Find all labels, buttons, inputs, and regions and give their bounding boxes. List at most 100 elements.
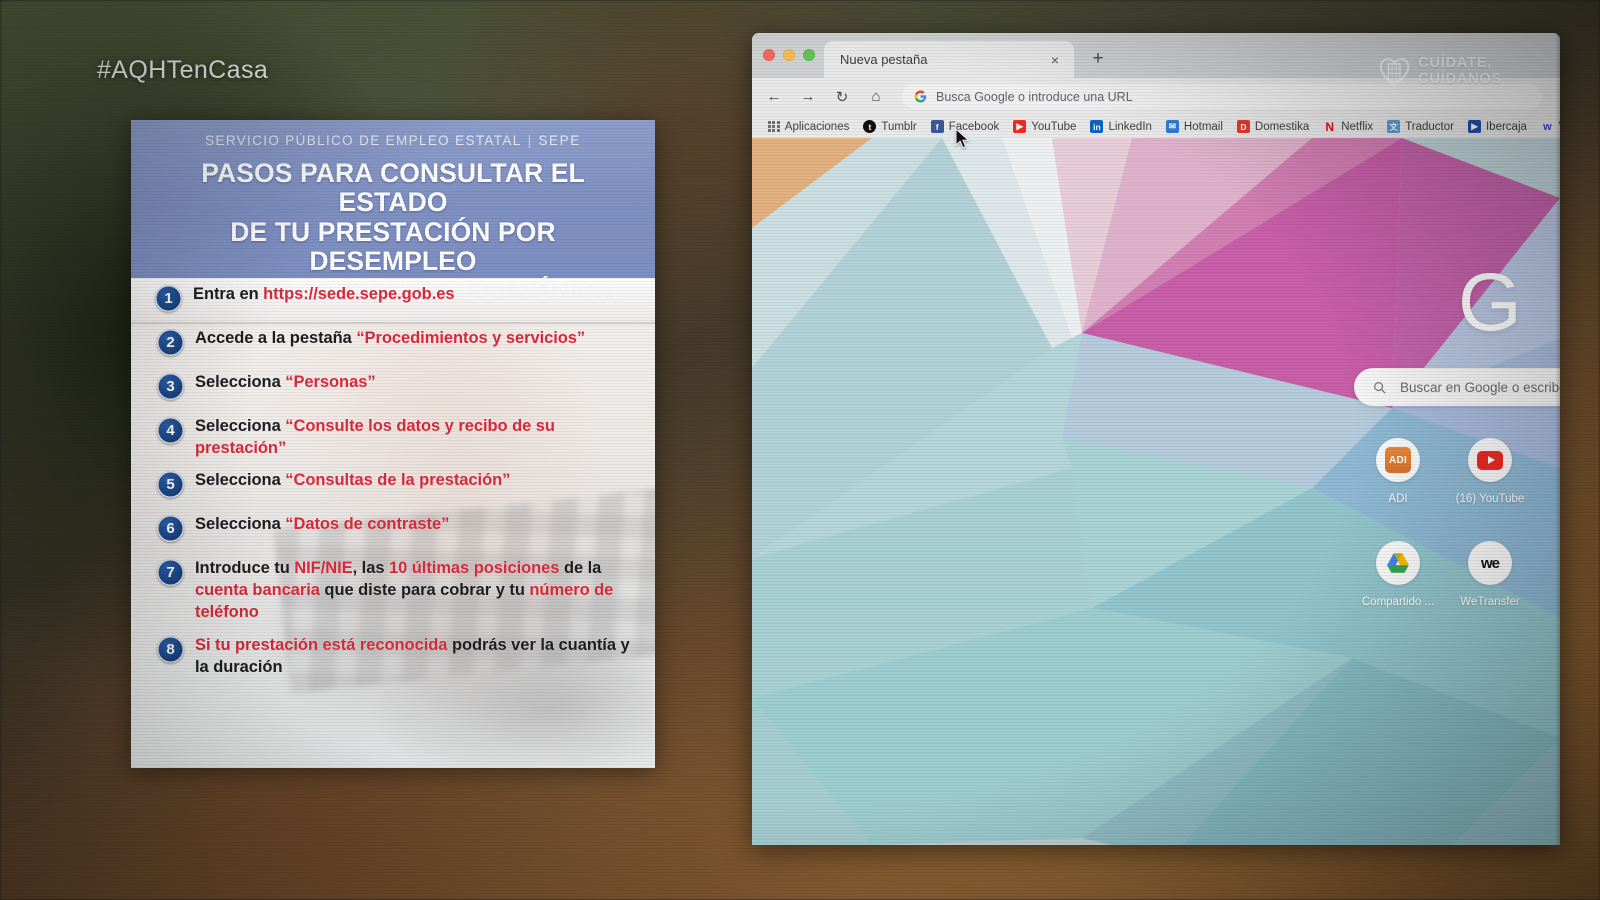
step-text-segment: que diste para cobrar y tu <box>319 581 530 600</box>
step-item-7: 7 Introduce tu NIF/NIE, las 10 últimas po… <box>131 552 655 628</box>
tumblr-icon: t <box>863 120 877 133</box>
hotmail-icon: ✉ <box>1165 120 1179 133</box>
shortcut-tile-wetransfer[interactable]: we WeTransfer <box>1444 541 1536 644</box>
bookmark-facebook[interactable]: f Facebook <box>926 120 1009 133</box>
step-text-segment: Selecciona <box>195 471 286 490</box>
kicker-separator: | <box>527 133 533 148</box>
bookmark-aplicaciones[interactable]: Aplicaciones <box>763 121 858 133</box>
close-window-button[interactable] <box>763 49 775 61</box>
step-text-segment: de la <box>559 559 602 578</box>
bookmark-label: Hotmail <box>1183 120 1223 133</box>
bookmark-label: Traductor <box>1405 120 1454 133</box>
step-text-segment: “Consultas de la prestación” <box>285 471 511 490</box>
step-text: Si tu prestación está reconocida podrás … <box>195 634 641 678</box>
title-line-1: PASOS PARA CONSULTAR EL ESTADO <box>201 158 585 218</box>
step-item-5: 5 Selecciona “Consultas de la prestación” <box>131 464 655 508</box>
shortcut-tile--16-youtube[interactable]: (16) YouTube <box>1444 438 1536 541</box>
step-text-segment: , las <box>352 559 389 578</box>
step-text-segment: “Procedimientos y servicios” <box>356 329 586 347</box>
newtab-search-box[interactable]: Buscar en Google o escribe una URL <box>1354 368 1560 406</box>
bookmarks-bar[interactable]: Aplicaciones t Tumblr f Facebook ▶ YouTube in Li… <box>752 115 1560 138</box>
step-text: Introduce tu NIF/NIE, las 10 últimas pos… <box>195 557 641 623</box>
step-number-badge: 2 <box>157 329 184 356</box>
back-icon[interactable]: ← <box>764 87 784 107</box>
minimize-window-button[interactable] <box>783 49 795 61</box>
linkedin-icon: in <box>1090 120 1104 133</box>
wetransfer-badge: we <box>1480 554 1500 572</box>
window-controls[interactable] <box>763 49 815 61</box>
bookmark-youtube[interactable]: ▶ YouTube <box>1008 120 1085 133</box>
step-text-segment: cuenta bancaria <box>195 581 320 600</box>
infographic-kicker: SERVICIO PÚBLICO DE EMPLEO ESTATAL | SEPE <box>147 133 639 148</box>
home-icon[interactable]: ⌂ <box>866 87 886 107</box>
step-text-segment: Selecciona <box>195 373 286 391</box>
bookmark-label: YouTube <box>1031 120 1077 133</box>
shortcut-tile-compartido-[interactable]: Compartido ... <box>1352 541 1444 644</box>
bookmark-tumblr[interactable]: t Tumblr <box>858 120 925 133</box>
tile-label: WeTransfer <box>1460 596 1520 608</box>
chrome-browser-window[interactable]: Nueva pestaña × + CUÍDATE, CUÍDANOS ← → … <box>752 33 1560 845</box>
new-tab-button[interactable]: + <box>1087 47 1109 69</box>
netflix-icon: N <box>1325 119 1335 134</box>
brand-line-2: CUÍDANOS <box>1418 70 1502 87</box>
step-text-segment: Entra en <box>193 285 264 303</box>
reload-icon[interactable]: ↻ <box>832 87 852 107</box>
close-icon[interactable]: × <box>1046 51 1064 69</box>
brand-line-1: CUÍDATE, <box>1418 55 1493 72</box>
tile-label: (16) YouTube <box>1455 493 1525 505</box>
step-number-badge: 7 <box>157 559 184 587</box>
tab-nueva-pestana[interactable]: Nueva pestaña × <box>824 41 1074 78</box>
bookmark-domestika[interactable]: D Domestika <box>1232 120 1318 133</box>
step-item-4: 4 Selecciona “Consulte los datos y recibo… <box>131 410 655 464</box>
brand-text: CUÍDATE, CUÍDANOS <box>1418 55 1502 87</box>
bookmark-traductor[interactable]: 文 Traductor <box>1382 120 1463 133</box>
google-drive-icon <box>1376 541 1420 585</box>
bookmark-label: Ibercaja <box>1485 120 1527 133</box>
kicker-brand: SEPE <box>538 133 581 148</box>
kicker-main: SERVICIO PÚBLICO DE EMPLEO ESTATAL <box>205 133 522 148</box>
step-text: Selecciona “Consultas de la prestación” <box>195 469 510 491</box>
facebook-icon: f <box>930 120 944 133</box>
step-number-badge: 5 <box>157 471 184 499</box>
search-icon <box>1373 381 1386 393</box>
step-text: Entra en https://sede.sepe.gob.es <box>193 283 455 305</box>
step-text-segment: Selecciona <box>195 515 286 534</box>
tab-strip: Nueva pestaña × + CUÍDATE, CUÍDANOS <box>752 33 1560 86</box>
bookmark-netflix[interactable]: N Netflix <box>1318 119 1382 134</box>
drive-triangle-icon <box>1387 553 1409 573</box>
bookmark-hotmail[interactable]: ✉ Hotmail <box>1161 120 1232 133</box>
step-number-badge: 3 <box>157 373 184 400</box>
step-text-segment: NIF/NIE <box>294 559 353 578</box>
bookmark-ibercaja[interactable]: ▶ Ibercaja <box>1463 120 1536 133</box>
wetransfer-icon: we <box>1468 541 1512 585</box>
shortcut-tile-adi[interactable]: ADI ADI <box>1352 438 1444 541</box>
wetransfer-icon: w <box>1543 120 1552 133</box>
google-wordmark: G <box>1458 257 1522 348</box>
newtab-search-placeholder: Buscar en Google o escribe una URL <box>1400 379 1560 395</box>
infographic-header: SERVICIO PÚBLICO DE EMPLEO ESTATAL | SEPE … <box>131 120 655 306</box>
apps-grid-icon <box>768 120 780 133</box>
step-item-3: 3 Selecciona “Personas” <box>131 366 655 410</box>
shortcut-tiles[interactable]: ADI ADI (16) YouTube Compartido ... we WeTran… <box>1352 438 1536 644</box>
adi-badge: ADI <box>1385 447 1411 473</box>
bookmark-label: Tumblr <box>881 120 917 133</box>
step-text-segment: Accede a la pestaña <box>195 329 357 347</box>
step-number-badge: 1 <box>155 285 182 312</box>
bookmark-label: Aplicaciones <box>784 120 850 133</box>
bookmark-wo[interactable]: w Wo <box>1536 120 1560 133</box>
cuidate-cuidanos-logo: CUÍDATE, CUÍDANOS <box>1378 55 1502 88</box>
adi-icon: ADI <box>1376 438 1420 482</box>
bookmark-linkedin[interactable]: in LinkedIn <box>1085 120 1160 133</box>
step-text-segment: “Datos de contraste” <box>285 515 450 534</box>
forward-icon[interactable]: → <box>798 87 818 107</box>
new-tab-page: G Buscar en Google o escribe una URL ADI… <box>752 138 1560 845</box>
youtube-play-badge <box>1477 450 1503 470</box>
bookmark-label: LinkedIn <box>1108 120 1152 133</box>
step-text: Selecciona “Datos de contraste” <box>195 513 449 535</box>
maximize-window-button[interactable] <box>803 49 815 61</box>
youtube-icon <box>1468 438 1512 482</box>
building-heart-icon <box>1380 58 1410 87</box>
broadcast-hashtag: #AQHTenCasa <box>97 56 269 84</box>
tab-title: Nueva pestaña <box>840 52 928 67</box>
step-text: Selecciona “Consulte los datos y recibo … <box>195 415 641 459</box>
